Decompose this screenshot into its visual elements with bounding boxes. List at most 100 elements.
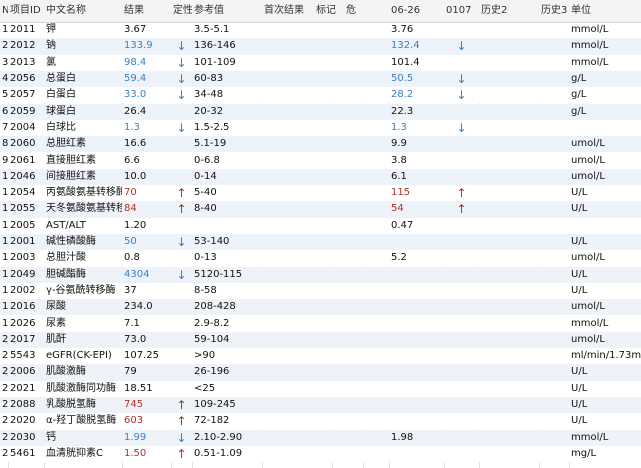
row-number: 22 [2,366,8,378]
header-n[interactable]: N. [0,0,8,22]
unit: mmol/L [571,317,609,329]
reference-range: 72-182 [194,415,230,427]
item-name: 总蛋白 [46,73,76,85]
item-name: AST/ALT [46,219,86,231]
table-row[interactable]: 222006 肌酸激酶 79 26-196 U/L [0,364,641,381]
lab-results-grid: 1 2011 钾 3.67 3.5-5.1 3.76 mmol/L 2 2012 钠 133.9 ↓ 1… [0,0,641,468]
row-number: 2 [2,40,8,52]
header-crit[interactable]: 危 [344,0,389,22]
table-row[interactable]: 5 2057 白蛋白 33.0 ↓ 34-48 28.2 ↓ g/L [0,87,641,104]
header-h1[interactable]: 06-26 [389,0,444,22]
result-value: 33.0 [124,89,147,101]
reference-range: 5120-115 [194,268,243,280]
result-value: 16.6 [124,138,147,150]
item-name: 尿素 [46,317,66,329]
header-name[interactable]: 中文名称 [44,0,122,22]
item-id: 2056 [10,73,36,85]
table-row[interactable]: 112054 丙氨酸氨基转移酶70 ↑ 5-40 115 ↑ U/L [0,185,641,202]
item-id: 2006 [10,366,36,378]
table-row[interactable]: 192026 尿素 7.1 2.9-8.2 mmol/L [0,315,641,332]
row-number: 17 [2,284,8,296]
arrow-down-icon: ↓ [176,235,187,250]
table-row[interactable]: 4 2056 总蛋白 59.4 ↓ 60-83 50.5 ↓ g/L [0,70,641,88]
header-first[interactable]: 首次结果 [262,0,314,22]
table-row[interactable]: 182016 尿酸 234.0 208-428 umol/L [0,299,641,316]
table-row[interactable]: 242088 乳酸脱氢酶 745 ↑ 109-245 U/L [0,396,641,414]
history-0626-value [389,332,444,348]
table-row[interactable]: 9 2061 直接胆红素 6.6 0-6.8 3.8 umol/L [0,152,641,169]
item-id: 2020 [10,415,36,427]
result-value: 50 [124,236,137,248]
table-row[interactable]: 142001 碱性磷酸酶 50 ↓ 53-140 U/L [0,233,641,251]
header-h2[interactable]: 历史2 [479,0,539,22]
history-0626-value: 9.9 [391,138,407,150]
table-row[interactable]: 152003 总胆汁酸 0.8 0-13 5.2 umol/L [0,250,641,267]
result-value: 1.99 [124,431,147,443]
history-0626-value [389,348,444,364]
unit: umol/L [571,252,605,264]
header-flag[interactable]: 定性 [171,0,192,22]
result-value: 26.4 [124,105,147,117]
table-row[interactable]: 275461 血清胱抑素C 1.50 ↑ 0.51-1.09 mg/L [0,445,641,463]
item-name: 钾 [46,24,56,36]
table-row[interactable]: 3 2013 氯 98.4 ↓ 101-109 101.4 mmol/L [0,54,641,71]
table-row[interactable]: 262030 钙 1.99 ↓ 2.10-2.90 1.98 mmol/L [0,429,641,446]
row-number: 24 [2,399,8,411]
header-h1b[interactable]: 0107 [444,0,479,22]
reference-range: 8-58 [194,284,217,296]
reference-range: 2.9-8.2 [194,317,230,329]
table-row[interactable]: 8 2060 总胆红素 16.6 5.1-19 9.9 umol/L [0,136,641,153]
table-row[interactable]: 202017 肌酐 73.0 59-104 umol/L [0,331,641,348]
item-name: 碱性磷酸酶 [46,236,96,248]
item-name: 肌酸激酶 [46,366,86,378]
unit: U/L [571,382,588,394]
result-value: 4304 [124,268,150,280]
reference-range: >90 [194,350,216,362]
unit: U/L [571,284,588,296]
row-number: 20 [2,333,8,345]
history-0626-value: 6.1 [391,170,407,182]
header-unit[interactable]: 单位 [569,0,641,22]
table-row[interactable]: 7 2004 白球比 1.3 ↓ 1.5-2.5 1.3 ↓ [0,119,641,137]
unit: umol/L [571,138,605,150]
item-name: 血清胱抑素C [46,447,103,459]
unit: umol/L [571,154,605,166]
history-0626-value: 3.76 [391,24,414,36]
table-row[interactable]: 215543 eGFR(CK-EPI) 107.25 >90 ml/min/1.73m2 [0,348,641,365]
reference-range: 208-428 [194,301,236,313]
item-id: 2059 [10,105,36,117]
table-row[interactable]: 232021 肌酸激酶同功酶 18.51 <25 U/L [0,380,641,397]
arrow-down-icon: ↓ [456,39,467,54]
item-name: γ-谷氨酰转移酶 [46,284,116,296]
arrow-down-icon: ↓ [176,430,187,445]
item-name: 氯 [46,56,56,68]
row-number: 25 [2,415,8,427]
header-mark[interactable]: 标记 [314,0,344,22]
row-number: 10 [2,170,8,182]
history-0626-value [389,234,444,250]
table-row[interactable]: 252020 α-羟丁酸脱氢酶 603 ↑ 72-182 U/L [0,413,641,430]
table-row[interactable]: 172002 γ-谷氨酰转移酶 37 8-58 U/L [0,282,641,300]
history-0626-value: 3.8 [391,154,407,166]
table-row[interactable]: 122055 天冬氨酸氨基转移84 ↑ 8-40 54 ↑ U/L [0,201,641,218]
row-number: 8 [2,138,8,150]
history-0626-value: 1.98 [391,431,414,443]
header-ref[interactable]: 参考值 [192,0,262,22]
table-row[interactable]: 1 2011 钾 3.67 3.5-5.1 3.76 mmol/L [0,22,641,39]
table-row[interactable]: 102046 间接胆红素 10.0 0-14 6.1 umol/L [0,168,641,185]
history-0626-value [389,315,444,331]
item-name: 直接胆红素 [46,154,96,166]
unit: U/L [571,415,588,427]
row-number: 21 [2,350,8,362]
reference-range: 1.5-2.5 [194,121,230,133]
unit: U/L [571,268,588,280]
table-row[interactable]: 132005 AST/ALT 1.20 0.47 [0,217,641,234]
table-row[interactable]: 2 2012 钠 133.9 ↓ 136-146 132.4 ↓ mmol/L [0,38,641,55]
reference-range: <25 [194,382,216,394]
header-result[interactable]: 结果 [122,0,171,22]
reference-range: 59-104 [194,333,230,345]
header-id[interactable]: 项目ID [8,0,44,22]
header-h3[interactable]: 历史3 [539,0,569,22]
table-row[interactable]: 6 2059 球蛋白 26.4 20-32 22.3 g/L [0,103,641,120]
table-row[interactable]: 162049 胆碱酯酶 4304 ↓ 5120-115 U/L [0,266,641,283]
